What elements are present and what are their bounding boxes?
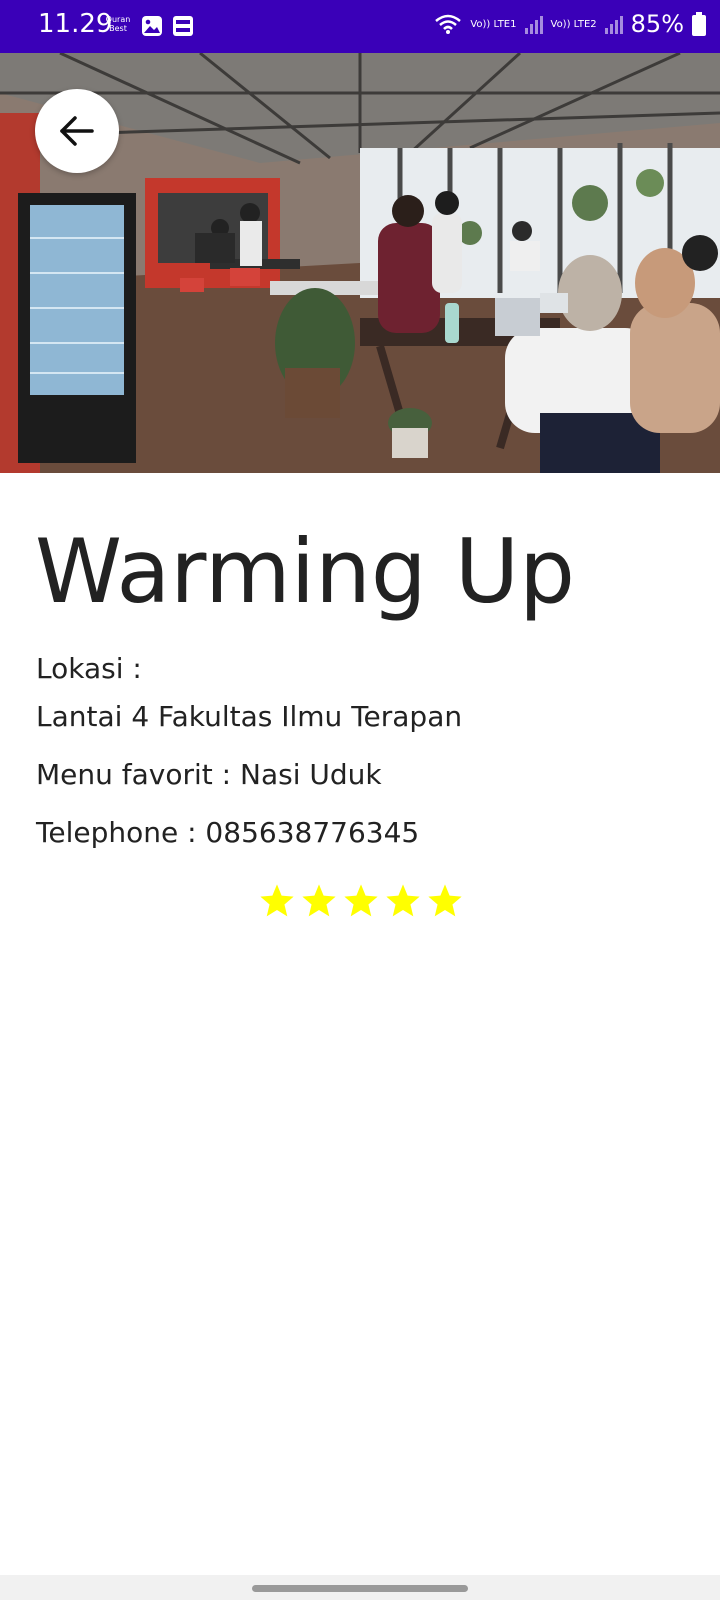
battery-icon [692,12,706,36]
star-icon[interactable] [426,882,464,920]
storage-icon [173,16,193,36]
location-value: Lantai 4 Fakultas Ilmu Terapan [36,700,463,733]
back-button[interactable] [35,89,119,173]
gallery-icon [142,16,162,36]
star-icon[interactable] [342,882,380,920]
sim1-label: Vo)) LTE1 [470,18,517,30]
home-gesture-handle[interactable] [252,1585,468,1592]
place-title: Warming Up [35,520,575,623]
star-icon[interactable] [300,882,338,920]
sim2-label: Vo)) LTE2 [550,18,597,30]
status-right-group: Vo)) LTE1 Vo)) LTE2 85% [434,10,706,38]
arrow-back-icon [60,116,94,146]
quran-app-badge: Quran Best [105,15,131,33]
favorite-menu: Menu favorit : Nasi Uduk [36,758,382,791]
star-icon[interactable] [384,882,422,920]
status-bar: 11.29 Quran Best Vo)) LTE1 Vo)) LTE2 85% [0,0,720,53]
sim1-signal-icon [524,14,543,34]
rating-bar [258,882,464,920]
wifi-icon [435,14,462,34]
battery-percent: 85% [630,10,684,38]
status-time: 11.29 [38,9,113,39]
telephone: Telephone : 085638776345 [36,816,420,849]
star-icon[interactable] [258,882,296,920]
location-label: Lokasi : [36,652,142,685]
gesture-navigation-bar [0,1575,720,1600]
sim2-signal-icon [604,14,623,34]
